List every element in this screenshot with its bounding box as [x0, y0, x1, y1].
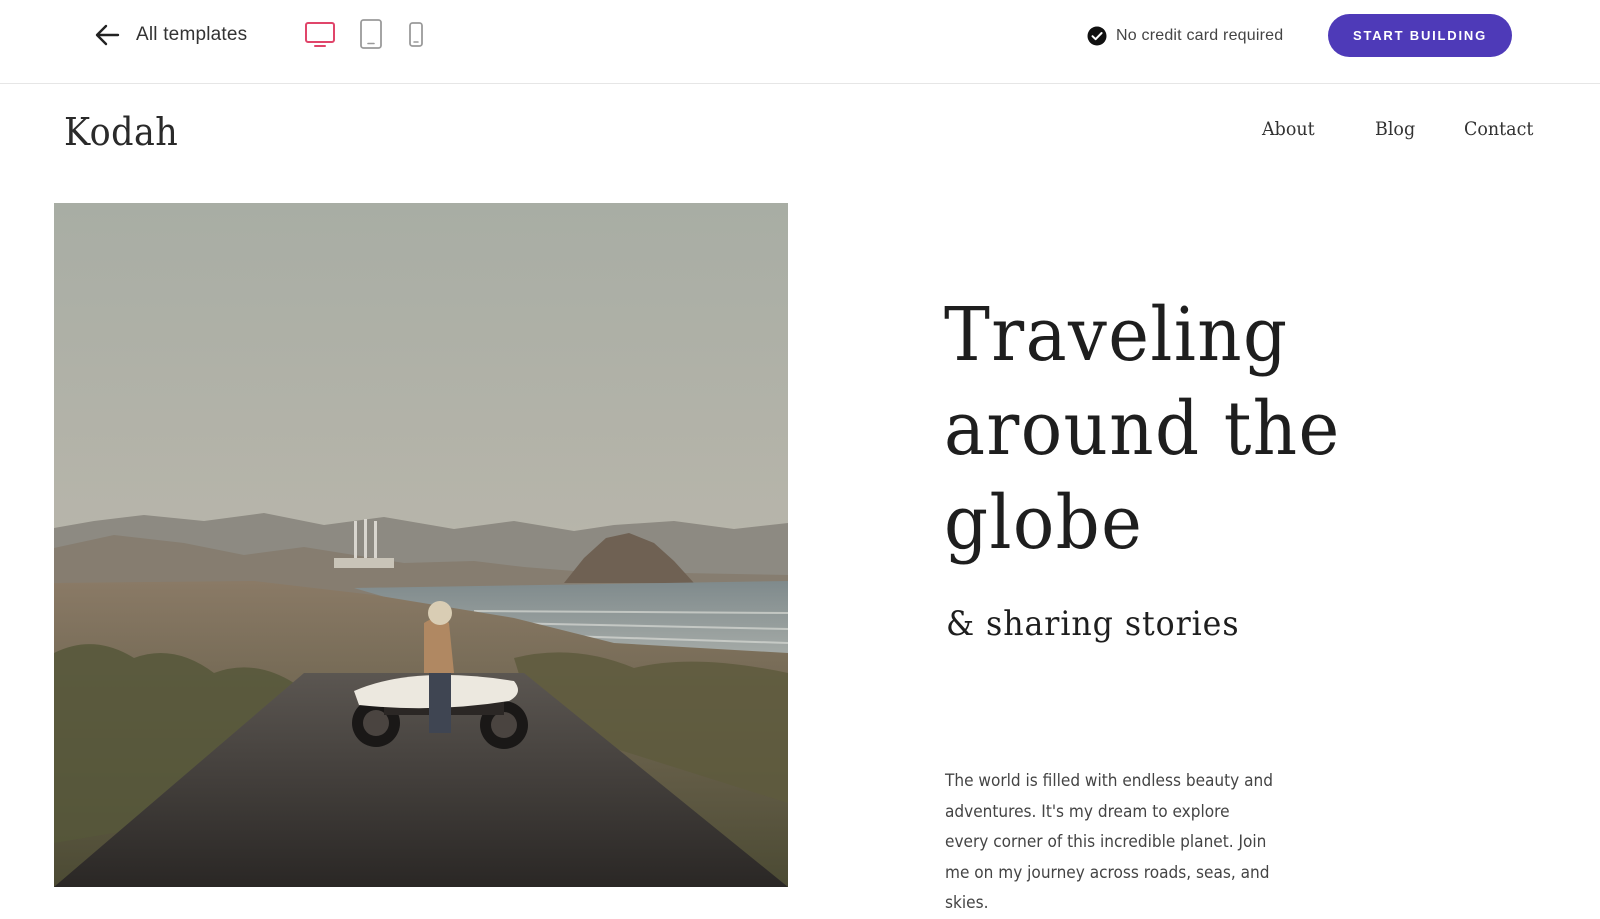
nav-about[interactable]: About [1262, 118, 1315, 140]
tablet-icon [360, 19, 382, 49]
tablet-view-button[interactable] [358, 18, 384, 50]
check-circle-icon [1087, 26, 1107, 46]
desktop-icon [305, 22, 335, 47]
hero-photo [54, 203, 788, 887]
motorcycle-landscape-image [54, 203, 788, 887]
hero-body-text: The world is filled with endless beauty … [945, 771, 1273, 912]
nav-contact[interactable]: Contact [1464, 118, 1533, 140]
mobile-view-button[interactable] [406, 18, 426, 50]
credit-note-label: No credit card required [1116, 27, 1284, 44]
mobile-icon [409, 22, 423, 47]
no-credit-card-note: No credit card required [1087, 24, 1283, 48]
hero-title: Traveling around the globe [944, 292, 1341, 566]
back-label: All templates [136, 24, 248, 45]
site-logo[interactable]: Kodah [64, 110, 178, 154]
editor-toolbar: All templates No credit card required ST… [0, 0, 1600, 84]
back-to-templates-button[interactable]: All templates [94, 20, 247, 50]
start-building-button[interactable]: START BUILDING [1328, 14, 1512, 57]
desktop-view-button[interactable] [304, 18, 336, 50]
arrow-left-icon [95, 24, 120, 46]
nav-blog[interactable]: Blog [1375, 118, 1415, 140]
hero-subtitle: & sharing stories [946, 604, 1240, 644]
